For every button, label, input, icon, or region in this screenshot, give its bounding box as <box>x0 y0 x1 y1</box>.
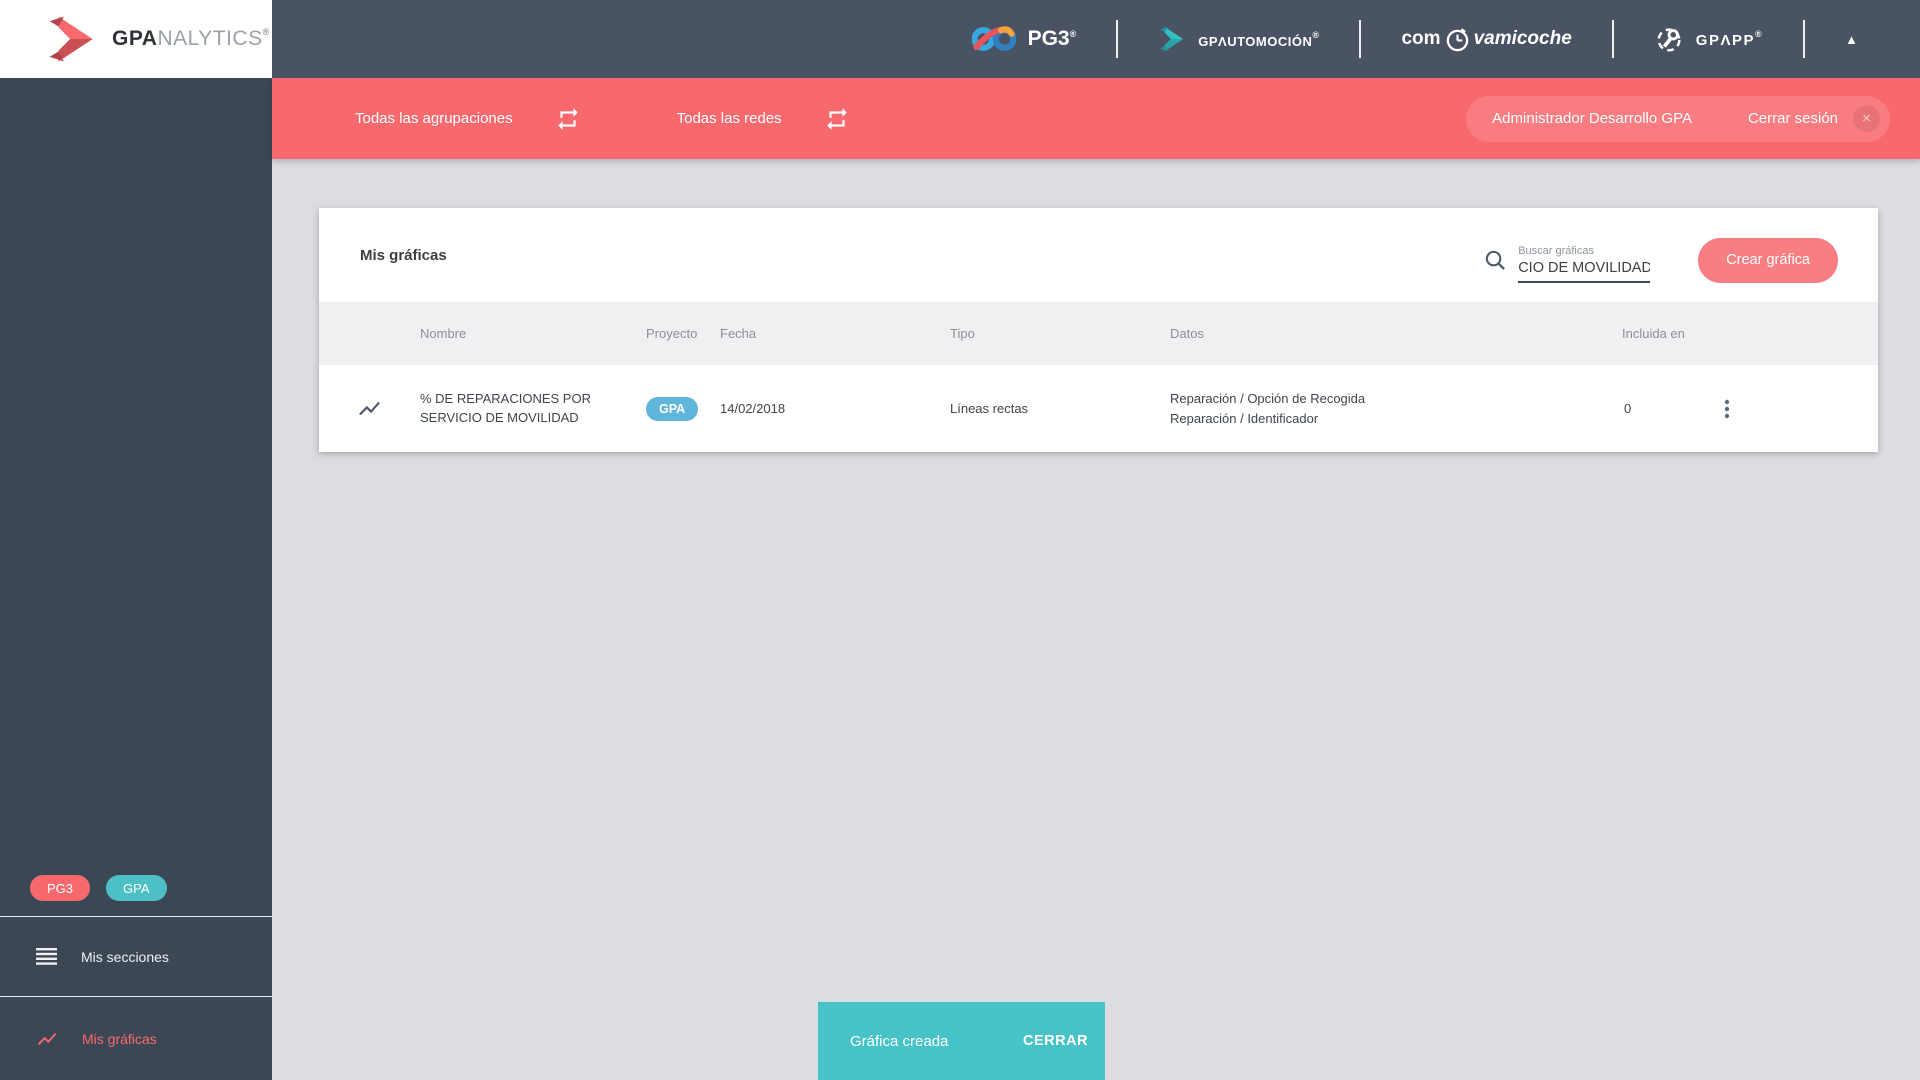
brand-gpapp: GPΛPP® <box>1654 24 1763 54</box>
divider <box>1611 20 1614 58</box>
filter-agrupaciones-label: Todas las agrupaciones <box>355 110 513 127</box>
header-cell-nombre: Nombre <box>420 326 467 341</box>
row-actions-cell <box>1718 397 1878 421</box>
table-row[interactable]: % DE REPARACIONES POR SERVICIO DE MOVILI… <box>319 365 1878 452</box>
search-input[interactable] <box>1518 259 1651 283</box>
menu-icon <box>36 948 57 965</box>
logout-button[interactable]: Cerrar sesión × <box>1748 105 1880 132</box>
row-included-count: 0 <box>1624 401 1632 416</box>
header-cell-proyecto: Proyecto <box>646 326 698 341</box>
brand-pg3-label: PG3® <box>1027 27 1077 50</box>
registered-mark: ® <box>1754 29 1764 39</box>
row-date: 14/02/2018 <box>720 401 786 416</box>
collapse-header-icon[interactable]: ▲ <box>1845 32 1858 47</box>
header-cell-fecha: Fecha <box>720 326 757 341</box>
search-field: Buscar gráficas <box>1518 244 1651 283</box>
toast-snackbar: Gráfica creada CERRAR <box>818 1002 1105 1080</box>
content-area: Mis gráficas Buscar gráficas Crear gráfi… <box>272 159 1920 1080</box>
clock-icon <box>1446 27 1468 51</box>
card-header: Mis gráficas Buscar gráficas Crear gráfi… <box>319 208 1878 302</box>
sidebar-bottom: PG3 GPA Mis secciones Mis gráficas <box>0 875 272 1080</box>
row-type-cell <box>319 396 420 421</box>
registered-mark: ® <box>262 27 270 37</box>
sidebar-item-mis-secciones[interactable]: Mis secciones <box>0 916 272 996</box>
divider <box>1803 20 1806 58</box>
table-header: Nombre Proyecto Fecha Tipo Datos Incluid… <box>319 302 1878 365</box>
kebab-menu-icon[interactable] <box>1718 397 1736 421</box>
toast-message: Gráfica creada <box>850 1032 949 1050</box>
project-badge: GPA <box>646 396 699 421</box>
sidebar-item-mis-graficas[interactable]: Mis gráficas <box>0 996 272 1080</box>
registered-mark: ® <box>1312 29 1320 40</box>
project-badges: PG3 GPA <box>0 875 272 916</box>
sidebar-item-label: Mis secciones <box>81 948 169 965</box>
filter-redes[interactable]: Todas las redes <box>677 106 850 132</box>
registered-mark: ® <box>1069 29 1077 39</box>
wrench-stopwatch-icon <box>1657 28 1681 52</box>
divider <box>1116 20 1119 58</box>
header-cell-tipo: Tipo <box>950 326 975 341</box>
row-name: % DE REPARACIONES POR SERVICIO DE MOVILI… <box>420 390 591 425</box>
brand-gpautomocion-label: GPΛUTOMOCIÓN® <box>1198 29 1320 49</box>
brand-pg3: PG3® <box>971 24 1077 54</box>
header-cell-datos: Datos <box>1170 326 1204 341</box>
badge-pg3: PG3 <box>30 875 91 901</box>
search-icon[interactable] <box>1484 249 1507 275</box>
divider <box>1359 20 1362 58</box>
filter-agrupaciones[interactable]: Todas las agrupaciones <box>355 106 581 132</box>
sidebar: GPANALYTICS® PG3 GPA Mis secciones Mis g… <box>0 0 272 1080</box>
row-data-line2: Reparación / Identificador <box>1170 410 1319 426</box>
brand-gpautomocion: GPΛUTOMOCIÓN® <box>1158 25 1319 53</box>
search-field-label: Buscar gráficas <box>1518 244 1594 257</box>
row-project-cell: GPA <box>646 396 720 421</box>
badge-gpa: GPA <box>106 875 167 901</box>
brand-comprovamicoche: com vamicoche <box>1401 27 1572 52</box>
search-area: Buscar gráficas Crear gráfica <box>1484 228 1838 283</box>
line-chart-icon <box>359 401 380 416</box>
logout-label: Cerrar sesión <box>1747 110 1838 127</box>
gpa-analytics-logo-icon <box>49 16 93 62</box>
header-cell-incluida: Incluida en <box>1622 326 1685 341</box>
user-session-pill: Administrador Desarrollo GPA Cerrar sesi… <box>1466 95 1890 142</box>
toast-close-button[interactable]: CERRAR <box>1023 1033 1088 1049</box>
filter-bar: Todas las agrupaciones Todas las redes A… <box>272 78 1920 159</box>
close-session-icon[interactable]: × <box>1853 105 1880 132</box>
brand-gpapp-label: GPΛPP® <box>1695 29 1764 49</box>
row-data-cell: Reparación / Opción de Recogida Reparaci… <box>1170 389 1622 428</box>
mis-graficas-card: Mis gráficas Buscar gráficas Crear gráfi… <box>319 208 1878 452</box>
app-logo: GPANALYTICS® <box>0 0 272 78</box>
create-chart-button[interactable]: Crear gráfica <box>1698 237 1838 283</box>
page-title: Mis gráficas <box>360 246 447 264</box>
row-chart-type: Líneas rectas <box>950 401 1029 416</box>
pg3-logo-icon <box>971 26 1016 51</box>
app-logo-text: GPANALYTICS® <box>112 27 270 51</box>
top-brand-bar: PG3® GPΛUTOMOCIÓN® com vamicoche GPΛPP® … <box>272 0 1920 78</box>
filter-redes-label: Todas las redes <box>676 110 782 127</box>
gpautomocion-logo-icon <box>1160 26 1184 52</box>
logo-text-light: NALYTICS <box>157 27 263 50</box>
repeat-icon <box>826 107 847 130</box>
main-column: PG3® GPΛUTOMOCIÓN® com vamicoche GPΛPP® … <box>272 0 1920 1080</box>
logo-text-bold: GPA <box>112 27 158 50</box>
repeat-icon <box>557 107 578 130</box>
sidebar-item-label: Mis gráficas <box>82 1030 157 1047</box>
user-name: Administrador Desarrollo GPA <box>1492 110 1692 127</box>
line-chart-icon <box>37 1032 57 1045</box>
brand-comprovamicoche-label: com vamicoche <box>1401 27 1572 52</box>
row-data-line1: Reparación / Opción de Recogida <box>1170 391 1366 406</box>
